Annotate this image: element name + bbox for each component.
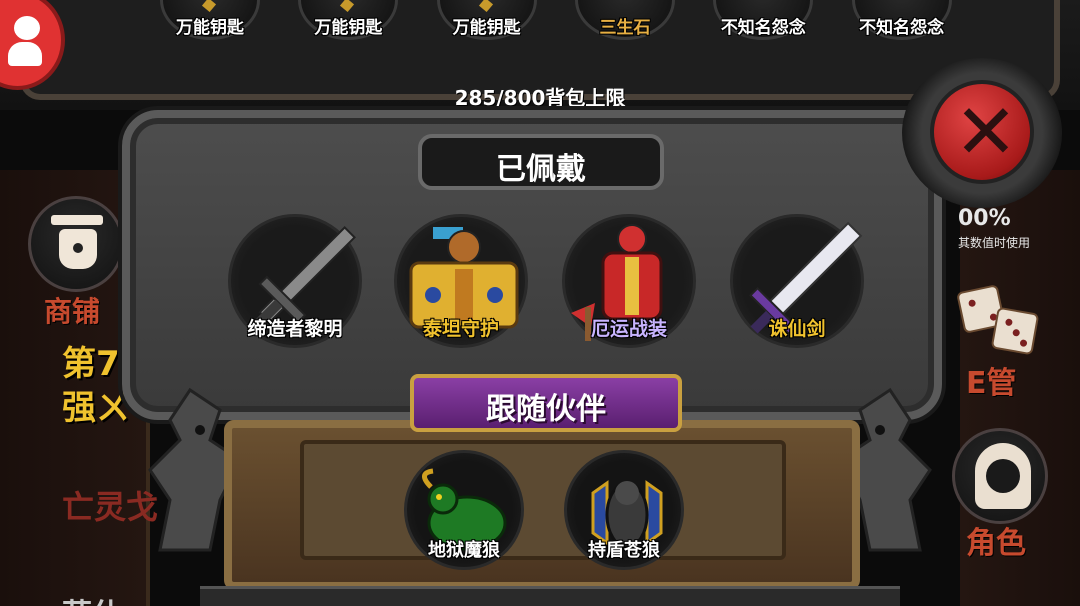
top-item-name: 不知名怨念 — [859, 18, 945, 38]
top-item-name: 万能钥匙 — [176, 18, 244, 38]
companion-title: 跟随伙伴 — [486, 392, 606, 427]
top-item[interactable]: 万能钥匙 — [417, 0, 555, 44]
top-item[interactable]: 不知名怨念 — [832, 0, 970, 44]
companion-name-2: 持盾苍狼 — [588, 540, 660, 561]
top-item-strip: 万能钥匙 万能钥匙 万能钥匙 三生石 不知名怨念 不知名怨念 — [140, 0, 970, 44]
bottom-slot-strip — [200, 586, 900, 606]
top-item-name: 三生石 — [599, 18, 651, 38]
shop-label[interactable]: 商铺 — [44, 290, 100, 330]
companion-name-1: 地狱魔狼 — [428, 540, 500, 561]
top-item[interactable]: 万能钥匙 — [278, 0, 416, 44]
close-icon: ✕ — [954, 87, 1018, 176]
hooded-figure-icon[interactable] — [952, 428, 1048, 524]
left-quest-line-1: 第7 — [62, 344, 120, 384]
equip-name-2: 泰坦守护 — [422, 318, 499, 340]
top-item-name: 万能钥匙 — [314, 18, 383, 38]
equip-name-1: 缔造者黎明 — [247, 318, 343, 340]
shop-icon[interactable] — [28, 196, 124, 292]
role-label[interactable]: 角色 — [966, 518, 1026, 562]
right-stat-hint: 其数值时使用 — [958, 236, 1031, 250]
right-stat-value: 00% — [958, 206, 1011, 231]
equip-name-3: 厄运战装 — [590, 318, 667, 340]
equip-name-4: 诛仙剑 — [768, 318, 826, 340]
user-icon — [8, 16, 44, 66]
bag-capacity-label: 285/800背包上限 — [454, 86, 626, 110]
manage-label[interactable]: E管 — [966, 358, 1017, 402]
top-item[interactable]: 三生石 — [555, 0, 693, 44]
top-item[interactable]: 万能钥匙 — [140, 0, 278, 44]
top-item-name: 不知名怨念 — [720, 18, 806, 38]
left-quest-line-4: 菲休 — [62, 590, 122, 606]
top-item[interactable]: 不知名怨念 — [693, 0, 831, 44]
companion-panel-inner — [300, 440, 786, 560]
top-item-name: 万能钥匙 — [452, 18, 521, 38]
close-button[interactable]: ✕ — [902, 58, 1062, 208]
dice-icon[interactable] — [952, 270, 1048, 366]
equipped-title: 已佩戴 — [496, 152, 586, 187]
left-quest-line-2: 强ㄨ — [62, 388, 130, 428]
